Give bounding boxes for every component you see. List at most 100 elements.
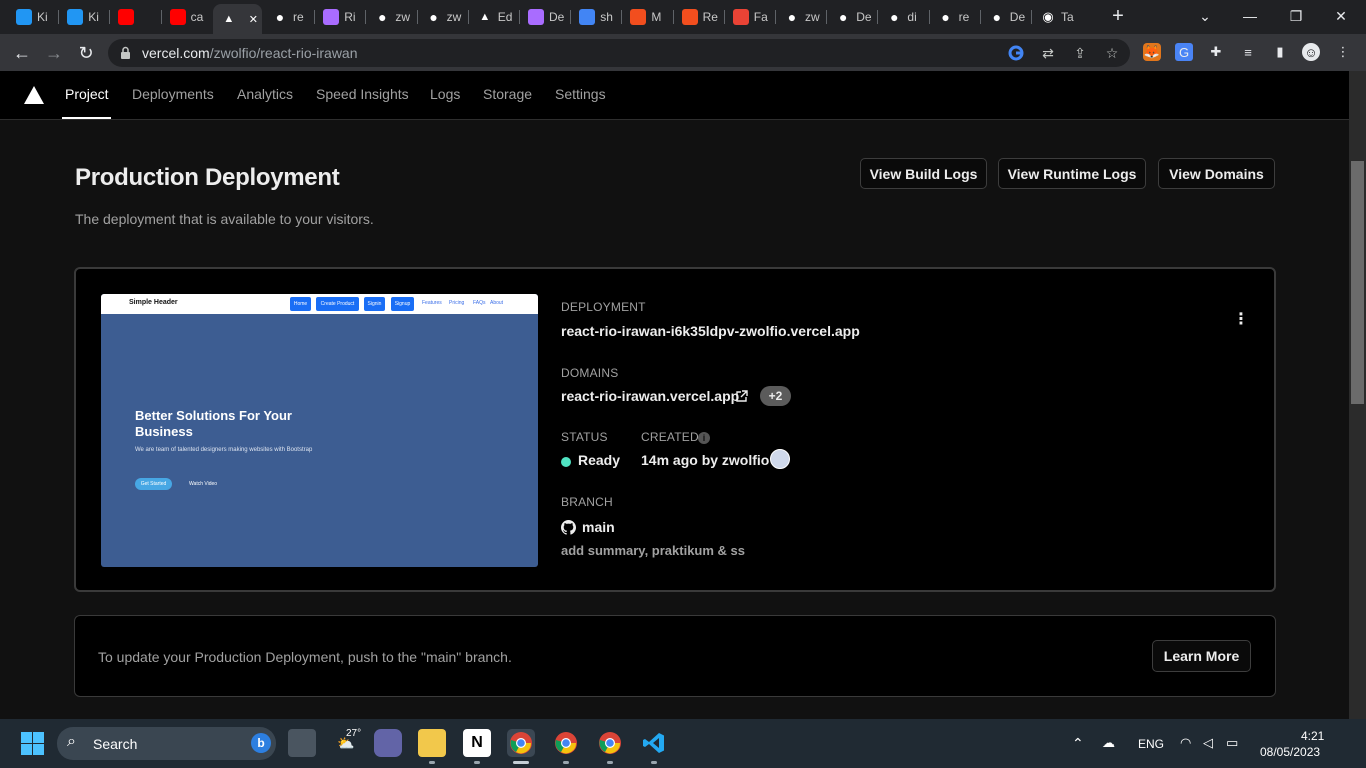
github-icon: ● bbox=[429, 9, 438, 25]
view-domains-button[interactable]: View Domains bbox=[1158, 158, 1275, 189]
browser-tab[interactable]: ● De bbox=[827, 4, 876, 30]
close-window-icon[interactable]: ✕ bbox=[1331, 6, 1351, 26]
notion-icon[interactable]: N bbox=[463, 729, 491, 757]
browser-tab[interactable]: ● re bbox=[930, 4, 979, 30]
tab-separator bbox=[826, 10, 828, 24]
browser-tab[interactable]: De bbox=[520, 4, 569, 30]
tab-title: Ri bbox=[344, 10, 356, 24]
restore-icon[interactable]: ❐ bbox=[1286, 6, 1306, 26]
vercel-logo-icon[interactable] bbox=[24, 86, 44, 104]
show-hidden-icons-icon[interactable]: ⌃ bbox=[1072, 735, 1084, 752]
tab-logs[interactable]: Logs bbox=[430, 86, 460, 102]
tab-title: ca bbox=[190, 10, 204, 24]
page-scrollbar[interactable] bbox=[1349, 71, 1366, 719]
volume-icon[interactable]: ◁ bbox=[1203, 735, 1213, 751]
clock-date[interactable]: 08/05/2023 bbox=[1260, 745, 1320, 759]
clock-time[interactable]: 4:21 bbox=[1301, 729, 1324, 743]
user-avatar[interactable] bbox=[770, 449, 790, 469]
profile-avatar-icon[interactable]: ☺ bbox=[1302, 43, 1320, 61]
browser-tab[interactable]: Re bbox=[674, 4, 723, 30]
branch-value[interactable]: main bbox=[582, 519, 615, 535]
windows-start-icon[interactable] bbox=[21, 732, 44, 755]
created-label: CREATED bbox=[641, 430, 699, 444]
side-panel-icon[interactable]: ▮ bbox=[1271, 43, 1289, 61]
tab-search-icon[interactable]: ⌄ bbox=[1195, 6, 1215, 26]
chrome-profile-icon[interactable] bbox=[552, 729, 580, 757]
browser-tab[interactable]: Ki bbox=[59, 4, 108, 30]
tab-settings[interactable]: Settings bbox=[555, 86, 606, 102]
browser-tab[interactable]: Ki bbox=[8, 4, 57, 30]
tab-storage[interactable]: Storage bbox=[483, 86, 532, 102]
tab-project[interactable]: Project bbox=[65, 86, 109, 102]
learn-more-button[interactable]: Learn More bbox=[1152, 640, 1251, 672]
wifi-icon[interactable]: ◠ bbox=[1180, 735, 1191, 751]
active-indicator bbox=[513, 761, 529, 764]
browser-tab[interactable]: Ri bbox=[315, 4, 364, 30]
vscode-icon[interactable] bbox=[640, 729, 668, 757]
browser-tab[interactable]: ● di bbox=[878, 4, 927, 30]
extra-domains-badge[interactable]: +2 bbox=[760, 386, 791, 406]
browser-tab[interactable]: ◉ Ta bbox=[1032, 4, 1081, 30]
scrollbar-thumb[interactable] bbox=[1351, 161, 1364, 404]
browser-tab[interactable]: ▲ Ed bbox=[469, 4, 518, 30]
onedrive-icon[interactable]: ☁ bbox=[1102, 735, 1115, 751]
share-icon[interactable]: ⇪ bbox=[1072, 45, 1088, 61]
tab-analytics[interactable]: Analytics bbox=[237, 86, 293, 102]
deployment-preview-screenshot[interactable]: Simple Header Home Create Product Signin… bbox=[101, 294, 538, 567]
browser-tab[interactable]: ● zw bbox=[776, 4, 825, 30]
weather-temp: 27° bbox=[346, 728, 362, 739]
tab-deployments[interactable]: Deployments bbox=[132, 86, 214, 102]
deployment-url-link[interactable]: react-rio-irawan-i6k35ldpv-zwolfio.verce… bbox=[561, 323, 860, 339]
teams-chat-icon[interactable] bbox=[374, 729, 402, 757]
browser-tab[interactable]: ● zw bbox=[366, 4, 415, 30]
google-icon[interactable] bbox=[1008, 45, 1024, 61]
tab-title: Ki bbox=[88, 10, 99, 24]
info-icon[interactable]: i bbox=[698, 432, 710, 444]
view-runtime-logs-button[interactable]: View Runtime Logs bbox=[998, 158, 1146, 189]
forward-icon[interactable]: → bbox=[43, 42, 65, 64]
browser-tab[interactable]: M bbox=[622, 4, 671, 30]
bookmark-star-icon[interactable]: ☆ bbox=[1104, 45, 1120, 61]
minimize-icon[interactable]: — bbox=[1240, 6, 1260, 26]
file-explorer-icon[interactable] bbox=[418, 729, 446, 757]
chrome-profile-icon[interactable] bbox=[596, 729, 624, 757]
domain-link[interactable]: react-rio-irawan.vercel.app bbox=[561, 388, 739, 404]
address-bar[interactable]: vercel.com/zwolfio/react-rio-irawan ⇄ ⇪ … bbox=[108, 39, 1130, 67]
language-indicator[interactable]: ENG bbox=[1138, 737, 1164, 751]
task-view-icon[interactable] bbox=[288, 729, 316, 757]
media-queue-icon[interactable]: ≡ bbox=[1239, 43, 1257, 61]
google-translate-icon[interactable]: G bbox=[1175, 43, 1193, 61]
tab-separator bbox=[467, 10, 469, 24]
taskbar-search-input[interactable]: ⌕ Search b bbox=[57, 727, 276, 760]
more-options-icon[interactable]: ⋮ bbox=[1231, 309, 1251, 329]
bing-icon[interactable]: b bbox=[251, 733, 271, 753]
browser-tab[interactable]: Fa bbox=[725, 4, 774, 30]
battery-icon[interactable]: ▭ bbox=[1226, 735, 1238, 751]
new-tab-button[interactable]: + bbox=[1108, 5, 1128, 27]
reload-icon[interactable]: ↻ bbox=[75, 42, 97, 64]
status-label: STATUS bbox=[561, 430, 608, 444]
metamask-icon[interactable]: 🦊 bbox=[1143, 43, 1161, 61]
browser-tab[interactable]: ▲ ✕ bbox=[212, 4, 262, 34]
commit-message[interactable]: add summary, praktikum & ss bbox=[561, 543, 745, 558]
github-icon: ● bbox=[378, 9, 387, 25]
browser-tab[interactable] bbox=[110, 4, 159, 30]
active-tab-indicator bbox=[62, 117, 111, 119]
translate-icon[interactable]: ⇄ bbox=[1040, 45, 1056, 61]
external-link-icon[interactable] bbox=[735, 390, 748, 403]
view-build-logs-button[interactable]: View Build Logs bbox=[860, 158, 987, 189]
tab-speed-insights[interactable]: Speed Insights bbox=[316, 86, 409, 102]
tab-separator bbox=[365, 10, 367, 24]
search-placeholder: Search bbox=[93, 736, 138, 752]
browser-tab[interactable]: ● De bbox=[981, 4, 1030, 30]
tab-title: re bbox=[958, 10, 970, 24]
extensions-puzzle-icon[interactable]: ✚ bbox=[1207, 43, 1225, 61]
browser-tab[interactable]: ● zw bbox=[418, 4, 467, 30]
browser-tab[interactable]: ● re bbox=[264, 4, 313, 30]
browser-tab[interactable]: sh bbox=[571, 4, 620, 30]
chrome-taskbar-icon[interactable] bbox=[507, 729, 535, 757]
chrome-menu-icon[interactable]: ⋮ bbox=[1334, 43, 1352, 61]
close-tab-icon[interactable]: ✕ bbox=[249, 13, 258, 26]
browser-tab[interactable]: ca bbox=[162, 4, 211, 30]
back-icon[interactable]: ← bbox=[11, 42, 33, 64]
